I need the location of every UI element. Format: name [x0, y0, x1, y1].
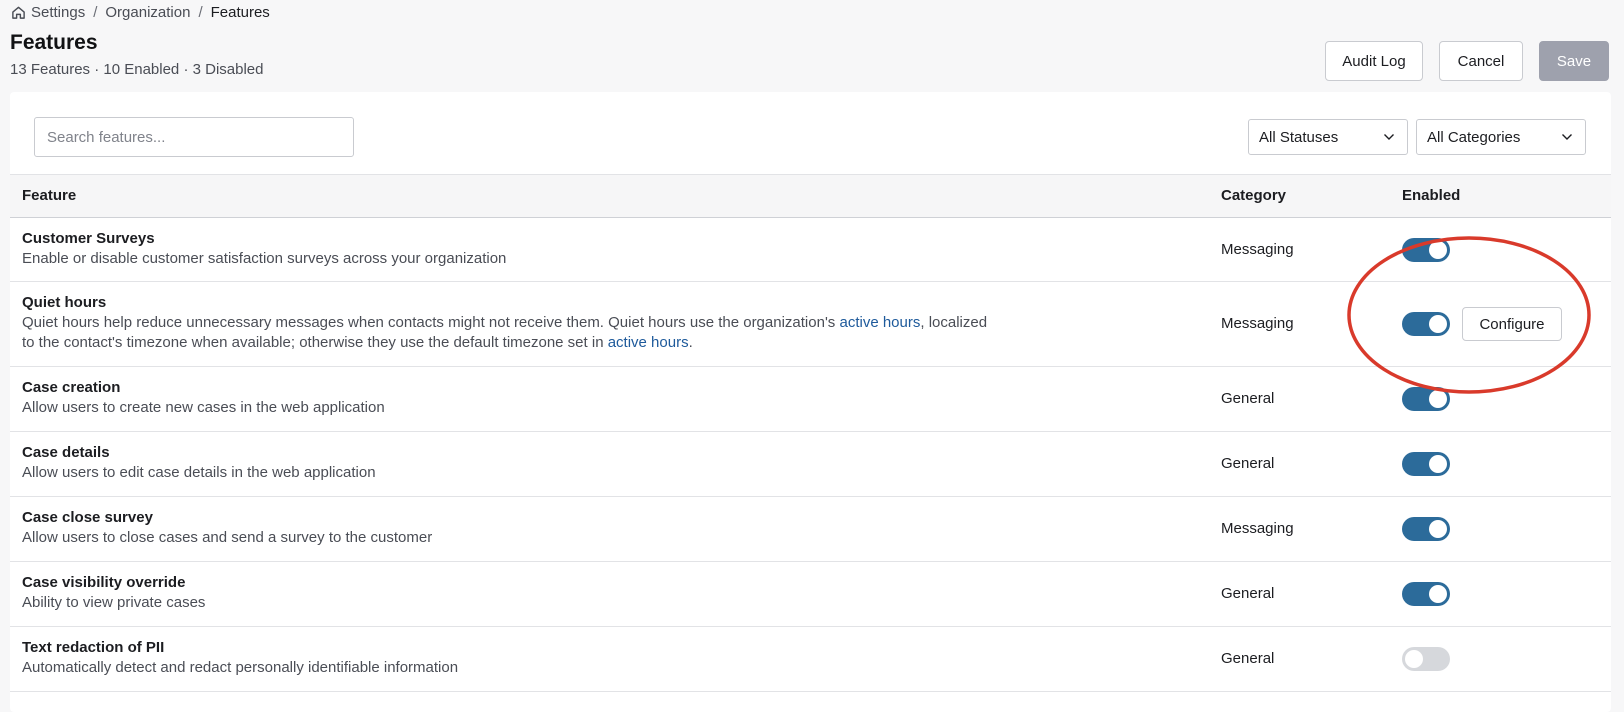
- table-row: Case close survey Allow users to close c…: [10, 497, 1611, 562]
- feature-name: Customer Surveys: [22, 230, 155, 247]
- feature-name: Case visibility override: [22, 574, 186, 591]
- feature-description: Enable or disable customer satisfaction …: [22, 250, 507, 267]
- header-actions: Audit Log Cancel Save: [1325, 41, 1609, 81]
- feature-category: General: [1221, 455, 1275, 472]
- description-text: .: [688, 334, 693, 351]
- feature-toggle[interactable]: [1402, 647, 1450, 671]
- feature-toggle[interactable]: [1402, 517, 1450, 541]
- toggle-knob: [1429, 520, 1447, 538]
- category-filter-value: All Categories: [1427, 128, 1521, 146]
- page-title: Features: [10, 31, 98, 54]
- table-row: Case visibility override Ability to view…: [10, 562, 1611, 627]
- save-button[interactable]: Save: [1539, 41, 1609, 81]
- chevron-down-icon: [1561, 133, 1573, 141]
- description-text: , localized: [920, 314, 988, 331]
- features-card: All Statuses All Categories Feature Cate…: [10, 92, 1611, 712]
- breadcrumb-settings[interactable]: Settings: [31, 4, 85, 21]
- feature-category: Messaging: [1221, 241, 1294, 258]
- home-icon[interactable]: [11, 5, 26, 20]
- table-row: Text redaction of PII Automatically dete…: [10, 627, 1611, 692]
- feature-description: Allow users to close cases and send a su…: [22, 529, 433, 546]
- toggle-knob: [1429, 585, 1447, 603]
- breadcrumb-features: Features: [210, 3, 270, 21]
- filter-toolbar: All Statuses All Categories: [10, 92, 1611, 174]
- page-summary: 13 Features · 10 Enabled · 3 Disabled: [10, 61, 264, 78]
- status-filter-value: All Statuses: [1259, 128, 1339, 146]
- feature-description: Allow users to create new cases in the w…: [22, 399, 385, 416]
- cancel-button[interactable]: Cancel: [1439, 41, 1523, 81]
- feature-name: Case creation: [22, 379, 121, 396]
- feature-toggle[interactable]: [1402, 238, 1450, 262]
- active-hours-link[interactable]: active hours: [608, 334, 689, 351]
- table-row: Quiet hours Quiet hours help reduce unne…: [10, 282, 1611, 367]
- feature-category: General: [1221, 585, 1275, 602]
- column-header-feature[interactable]: Feature: [22, 187, 76, 204]
- feature-category: General: [1221, 650, 1275, 667]
- feature-category: Messaging: [1221, 520, 1294, 537]
- toggle-knob: [1429, 390, 1447, 408]
- toggle-knob: [1429, 315, 1447, 333]
- feature-name: Text redaction of PII: [22, 639, 165, 656]
- feature-category: General: [1221, 390, 1275, 407]
- toggle-knob: [1405, 650, 1423, 668]
- active-hours-link[interactable]: active hours: [839, 314, 920, 331]
- feature-toggle[interactable]: [1402, 582, 1450, 606]
- feature-toggle[interactable]: [1402, 452, 1450, 476]
- feature-description: Ability to view private cases: [22, 594, 206, 611]
- breadcrumb-separator: /: [93, 3, 98, 21]
- description-text: to the contact's timezone when available…: [22, 334, 608, 351]
- feature-toggle[interactable]: [1402, 312, 1450, 336]
- table-row: Customer Surveys Enable or disable custo…: [10, 218, 1611, 282]
- search-input[interactable]: [34, 117, 354, 157]
- toggle-knob: [1429, 455, 1447, 473]
- table-row: Case details Allow users to edit case de…: [10, 432, 1611, 497]
- chevron-down-icon: [1383, 133, 1395, 141]
- feature-category: Messaging: [1221, 315, 1294, 332]
- category-filter-select[interactable]: All Categories: [1416, 119, 1586, 155]
- feature-description: Allow users to edit case details in the …: [22, 464, 376, 481]
- feature-name: Quiet hours: [22, 294, 107, 311]
- column-header-enabled[interactable]: Enabled: [1402, 187, 1460, 204]
- breadcrumb-separator: /: [198, 3, 203, 21]
- feature-toggle[interactable]: [1402, 387, 1450, 411]
- breadcrumb: Settings / Organization / Features: [11, 2, 270, 22]
- toggle-knob: [1429, 241, 1447, 259]
- feature-name: Case close survey: [22, 509, 153, 526]
- feature-description: Automatically detect and redact personal…: [22, 659, 459, 676]
- table-header: Feature Category Enabled: [10, 174, 1611, 218]
- breadcrumb-organization[interactable]: Organization: [105, 4, 190, 21]
- features-table-body: Customer Surveys Enable or disable custo…: [10, 218, 1611, 692]
- status-filter-select[interactable]: All Statuses: [1248, 119, 1408, 155]
- configure-button[interactable]: Configure: [1462, 307, 1562, 341]
- table-row: Case creation Allow users to create new …: [10, 367, 1611, 432]
- audit-log-button[interactable]: Audit Log: [1325, 41, 1423, 81]
- column-header-category[interactable]: Category: [1221, 187, 1286, 204]
- feature-name: Case details: [22, 444, 110, 461]
- feature-description: Quiet hours help reduce unnecessary mess…: [22, 313, 1032, 353]
- description-text: Quiet hours help reduce unnecessary mess…: [22, 314, 840, 331]
